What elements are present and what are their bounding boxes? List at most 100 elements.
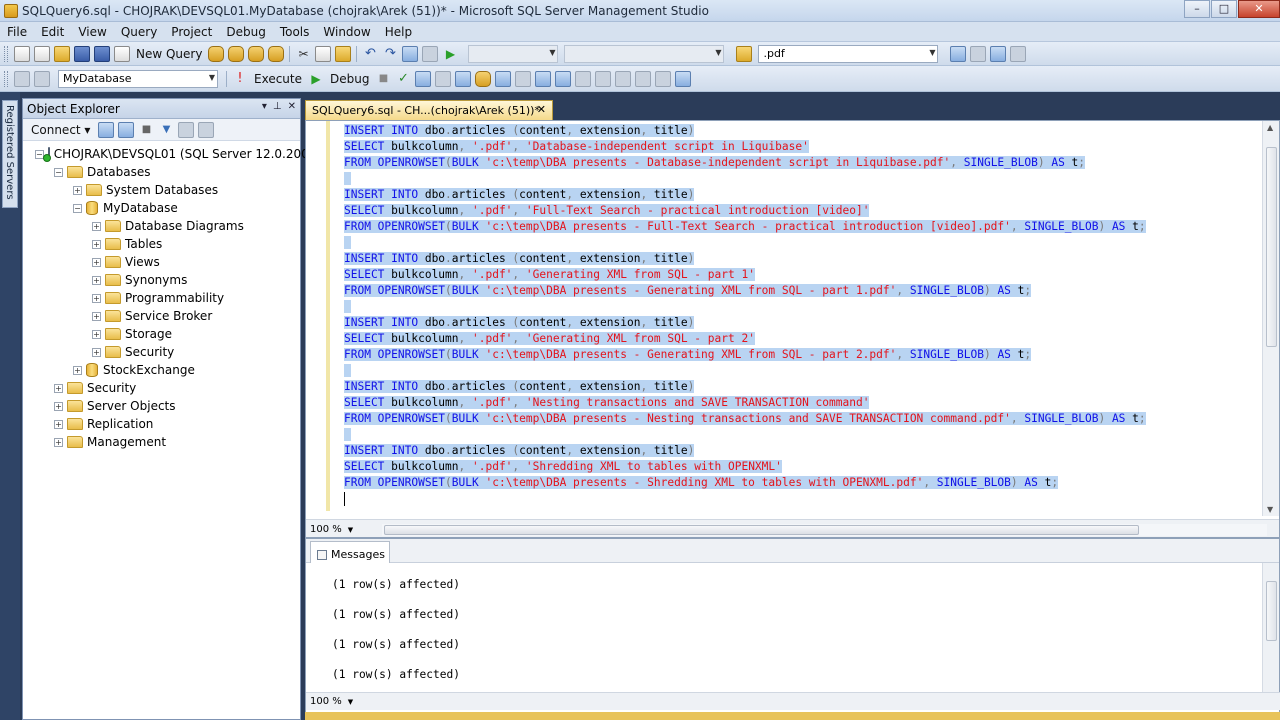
new-query-icon[interactable] <box>114 45 130 62</box>
query-options-icon[interactable] <box>435 70 452 87</box>
tree-node[interactable]: + Synonyms <box>23 271 300 289</box>
change-connection-icon[interactable] <box>34 70 50 87</box>
tree-node[interactable]: + Service Broker <box>23 307 300 325</box>
results-to-text-icon[interactable] <box>535 70 552 87</box>
expand-icon[interactable]: + <box>92 293 101 303</box>
undo-icon[interactable]: ↶ <box>362 46 378 62</box>
expand-icon[interactable]: + <box>54 419 63 429</box>
analysis-query-icon[interactable] <box>228 45 245 62</box>
menu-project[interactable]: Project <box>164 25 219 39</box>
tab-sqlquery6[interactable]: SQLQuery6.sql - CH...(chojrak\Arek (51))… <box>305 100 553 120</box>
tree-node[interactable]: + StockExchange <box>23 361 300 379</box>
live-stats-icon[interactable] <box>495 70 512 87</box>
available-databases-select[interactable]: MyDatabase ▼ <box>58 69 218 88</box>
tree-node[interactable]: + Views <box>23 253 300 271</box>
results-to-grid-icon[interactable] <box>555 70 572 87</box>
scroll-thumb[interactable] <box>1266 147 1277 347</box>
toolbox-icon[interactable] <box>970 45 987 62</box>
xmla-query-icon[interactable] <box>268 45 285 62</box>
cancel-query-icon[interactable]: ■ <box>375 71 391 87</box>
query-editor[interactable]: INSERT INTO dbo.articles (content, exten… <box>305 120 1280 538</box>
parse-icon[interactable]: ✓ <box>395 71 411 87</box>
pin-icon[interactable]: ⊥ <box>273 101 282 112</box>
tree-node[interactable]: + Security <box>23 343 300 361</box>
find-input[interactable]: .pdf <box>763 47 784 60</box>
expand-icon[interactable]: + <box>92 347 101 357</box>
expand-icon[interactable]: + <box>54 383 63 393</box>
editor-vertical-scrollbar[interactable]: ▲ ▼ <box>1262 121 1279 516</box>
collapse-icon[interactable]: − <box>73 203 82 213</box>
close-button[interactable]: ✕ <box>1238 0 1280 18</box>
display-estimated-plan-icon[interactable] <box>415 70 432 87</box>
new-query-button[interactable]: New Query <box>136 47 202 61</box>
tree-node[interactable]: + Replication <box>23 415 300 433</box>
expand-icon[interactable]: + <box>92 329 101 339</box>
find-combo[interactable]: .pdf ▼ <box>758 44 939 63</box>
redo-icon[interactable]: ↷ <box>382 46 398 62</box>
tree-node[interactable]: + Security <box>23 379 300 397</box>
object-explorer-icon[interactable] <box>990 45 1007 62</box>
expand-icon[interactable]: + <box>92 311 101 321</box>
expand-icon[interactable]: + <box>92 275 101 285</box>
copy-icon[interactable] <box>315 45 332 62</box>
expand-icon[interactable]: + <box>92 221 101 231</box>
menu-debug[interactable]: Debug <box>219 25 272 39</box>
tree-node[interactable]: + Tables <box>23 235 300 253</box>
expand-icon[interactable]: + <box>73 365 82 375</box>
maximize-button[interactable]: □ <box>1211 0 1237 18</box>
menu-edit[interactable]: Edit <box>34 25 71 39</box>
tree-node[interactable]: + Server Objects <box>23 397 300 415</box>
refresh-icon[interactable] <box>178 121 195 138</box>
window-position-icon[interactable]: ▾ <box>262 101 267 112</box>
comment-icon[interactable] <box>595 70 612 87</box>
properties-icon[interactable] <box>950 45 967 62</box>
expand-icon[interactable]: + <box>92 239 101 249</box>
menu-tools[interactable]: Tools <box>273 25 317 39</box>
tree-node[interactable]: − MyDatabase <box>23 199 300 217</box>
start-debugging-icon[interactable]: ▶ <box>442 46 458 62</box>
client-stats-icon[interactable] <box>515 70 532 87</box>
activity-monitor-icon[interactable] <box>198 121 215 138</box>
tree-node[interactable]: − CHOJRAK\DEVSQL01 (SQL Server 12.0.2000 <box>23 145 316 163</box>
results-scroll-thumb[interactable] <box>1266 581 1277 641</box>
expand-icon[interactable]: + <box>92 257 101 267</box>
tree-node[interactable]: + Database Diagrams <box>23 217 300 235</box>
results-zoom-select[interactable]: 100 % ▼ <box>310 696 353 707</box>
hscroll-thumb[interactable] <box>384 525 1139 535</box>
stop-icon[interactable]: ■ <box>138 122 154 138</box>
collapse-icon[interactable]: − <box>54 167 63 177</box>
tree-node[interactable]: − Databases <box>23 163 300 181</box>
debug-button[interactable]: Debug <box>330 72 369 86</box>
tab-messages[interactable]: Messages <box>310 541 390 563</box>
toolbar-options-icon[interactable] <box>1010 45 1027 62</box>
execute-icon[interactable]: ! <box>232 71 248 87</box>
close-icon[interactable]: ✕ <box>288 101 296 112</box>
solution-config-select[interactable]: ▼ <box>468 44 559 63</box>
save-icon[interactable] <box>74 45 90 62</box>
navigate-backward-icon[interactable] <box>402 45 419 62</box>
uncomment-icon[interactable] <box>615 70 632 87</box>
execute-button[interactable]: Execute <box>254 72 302 86</box>
navigate-forward-icon[interactable] <box>422 45 439 62</box>
save-all-icon[interactable] <box>94 45 110 62</box>
platform-select[interactable]: ▼ <box>564 44 725 63</box>
tree-node[interactable]: + Programmability <box>23 289 300 307</box>
intellisense-icon[interactable] <box>455 70 472 87</box>
close-tab-icon[interactable]: ✕ <box>537 103 546 116</box>
sql-code[interactable]: INSERT INTO dbo.articles (content, exten… <box>344 123 1146 507</box>
results-to-file-icon[interactable] <box>575 70 592 87</box>
increase-indent-icon[interactable] <box>655 70 672 87</box>
debug-icon[interactable]: ▶ <box>308 71 324 87</box>
editor-horizontal-scrollbar[interactable] <box>382 524 1267 536</box>
new-project-icon[interactable] <box>14 45 30 62</box>
expand-icon[interactable]: + <box>54 401 63 411</box>
connect-icon[interactable] <box>14 70 30 87</box>
editor-zoom-select[interactable]: 100 % ▼ <box>310 524 353 535</box>
tree-node[interactable]: + Storage <box>23 325 300 343</box>
toolbar-grip[interactable] <box>4 70 8 87</box>
tree-node[interactable]: + System Databases <box>23 181 300 199</box>
menu-view[interactable]: View <box>71 25 113 39</box>
cut-icon[interactable]: ✂ <box>295 46 311 62</box>
scroll-down-icon[interactable]: ▼ <box>1267 505 1273 514</box>
open-file-icon[interactable] <box>54 45 70 62</box>
